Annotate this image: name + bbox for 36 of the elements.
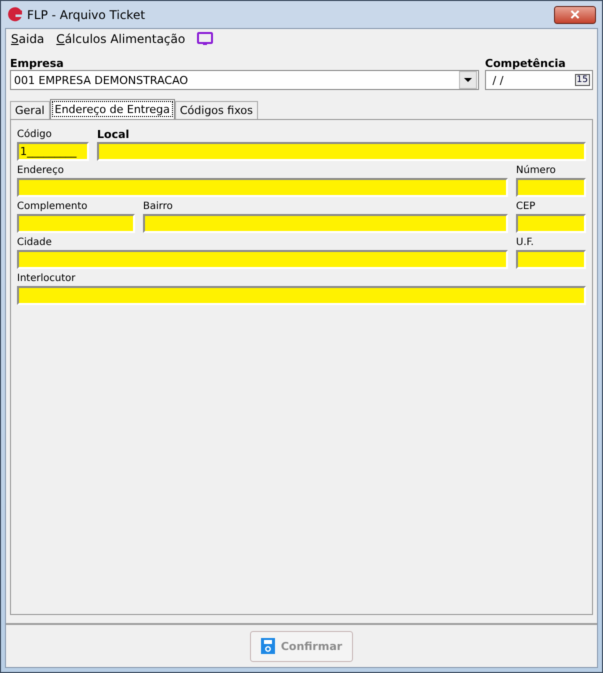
calendar-button[interactable]: 15 — [574, 74, 590, 86]
monitor-icon[interactable] — [197, 32, 214, 46]
input-field[interactable] — [516, 214, 586, 233]
input-field[interactable] — [516, 250, 586, 269]
menu-item[interactable]: Cálculos Alimentação — [56, 32, 186, 46]
input-field[interactable] — [143, 214, 508, 233]
input-field[interactable] — [17, 250, 508, 269]
dropdown-arrow-icon — [464, 78, 472, 82]
tab[interactable]: Endereço de Entrega — [50, 99, 175, 119]
field-label: Complemento — [17, 200, 88, 214]
close-button[interactable] — [554, 6, 596, 24]
field-label: Número — [516, 164, 557, 178]
field-label: Empresa — [10, 57, 65, 70]
input-field[interactable] — [17, 214, 135, 233]
field-label: Local — [97, 128, 130, 142]
input-field[interactable] — [97, 142, 586, 161]
input-field[interactable] — [17, 286, 586, 305]
tab[interactable]: Geral — [10, 101, 50, 119]
field-label: Bairro — [143, 200, 174, 214]
close-icon — [570, 10, 580, 19]
field-label: Competência — [485, 57, 567, 70]
field-label: U.F. — [516, 236, 535, 250]
date-field[interactable]: / / 15 — [485, 70, 593, 90]
window-title: FLP - Arquivo Ticket — [27, 8, 146, 22]
company-dropdown[interactable]: 001 EMPRESA DEMONSTRACAO — [10, 70, 479, 90]
field-label: Código — [17, 128, 53, 142]
tab[interactable]: Códigos fixos — [174, 101, 258, 119]
field-label: Cidade — [17, 236, 53, 250]
menu-item[interactable]: Saida — [11, 32, 44, 46]
app-logo-icon — [7, 6, 23, 22]
input-field[interactable] — [516, 178, 586, 197]
input-field[interactable] — [17, 178, 508, 197]
field-label: CEP — [516, 200, 536, 214]
field-label: Endereço — [17, 164, 65, 178]
field-label: Interlocutor — [17, 272, 76, 286]
input-field[interactable]: 1_________ — [17, 142, 89, 161]
